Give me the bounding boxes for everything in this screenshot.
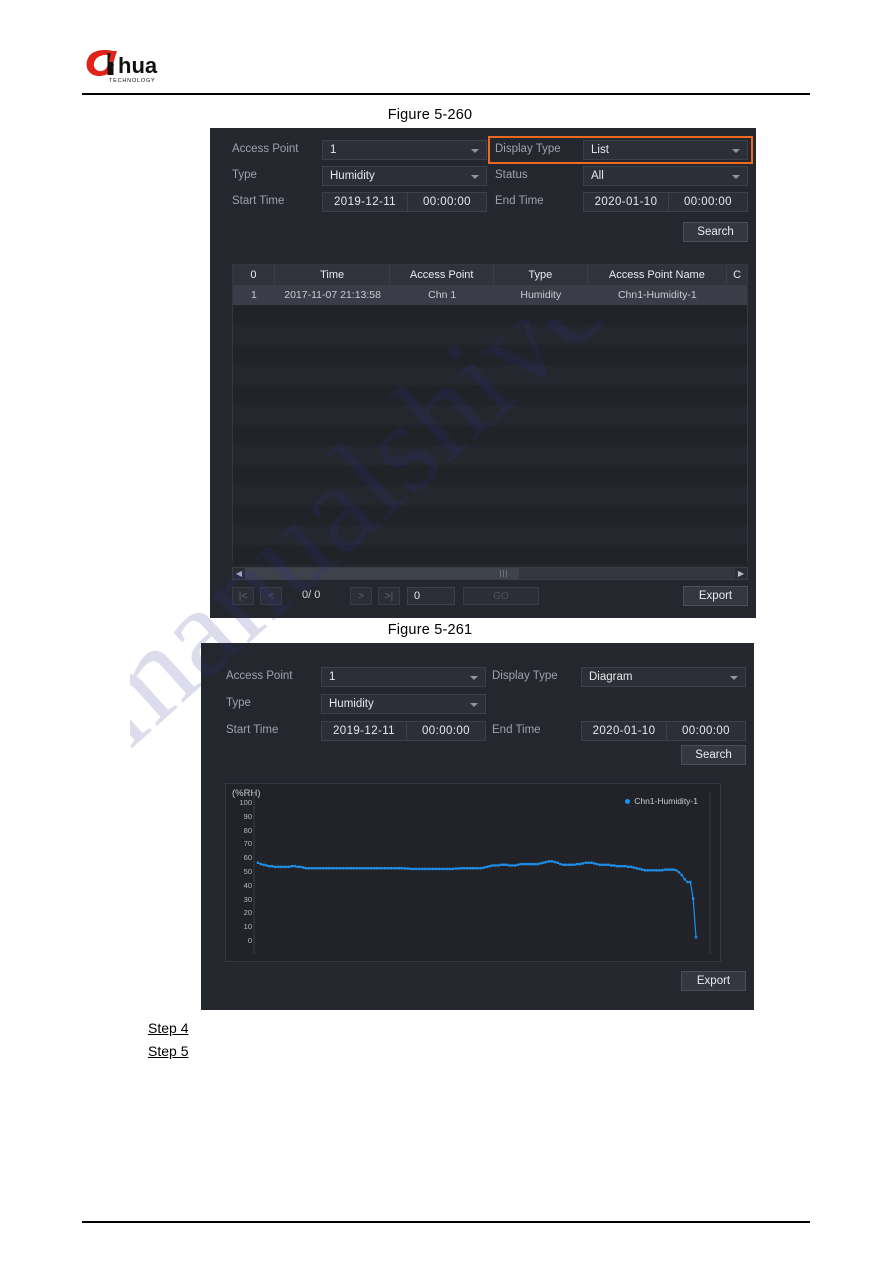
start-time-input[interactable]: 2019-12-11 00:00:00 [322, 192, 487, 212]
end-date-value-2: 2020-01-10 [592, 725, 656, 737]
display-type-label-2: Display Type [492, 670, 558, 682]
start-time-label: Start Time [232, 195, 285, 207]
figure-caption-5-261: Figure 5-261 [387, 622, 473, 638]
status-label: Status [495, 169, 528, 181]
chart-plot-svg [253, 792, 711, 954]
humidity-diagram-panel: Access Point 1 Display Type Diagram Type… [201, 643, 754, 1010]
type-value-2: Humidity [329, 698, 374, 710]
svg-text:hua: hua [118, 53, 158, 78]
humidity-chart: (%RH) 100 90 80 70 60 50 40 30 20 10 0 Chn1-Humidi… [225, 783, 721, 962]
end-time-label-2: End Time [492, 724, 541, 736]
table-row[interactable]: 1 2017-11-07 21:13:58 Chn 1 Humidity Chn… [233, 285, 747, 305]
step-4-label: Step 4 [148, 1020, 189, 1036]
access-point-value: 1 [330, 144, 337, 156]
search-button[interactable]: Search [683, 222, 748, 242]
next-page-button[interactable]: > [350, 587, 372, 605]
table-empty-row[interactable] [233, 465, 747, 485]
end-clock-value-2: 00:00:00 [682, 725, 730, 737]
status-select[interactable]: All [583, 166, 748, 186]
table-empty-row[interactable] [233, 325, 747, 345]
start-clock-value: 00:00:00 [423, 196, 471, 208]
start-date-value: 2019-12-11 [334, 196, 396, 208]
humidity-list-panel: Access Point 1 Display Type List Type Hu… [210, 128, 756, 618]
access-point-select[interactable]: 1 [322, 140, 487, 160]
table-header-access-point-name: Access Point Name [588, 265, 728, 285]
access-point-label-2: Access Point [226, 670, 293, 682]
table-empty-row[interactable] [233, 385, 747, 405]
first-page-button[interactable]: |< [232, 587, 254, 605]
export-button-2[interactable]: Export [681, 971, 746, 991]
prev-page-button[interactable]: < [260, 587, 282, 605]
table-header-access-point: Access Point [390, 265, 494, 285]
start-date-value-2: 2019-12-11 [333, 725, 395, 737]
step-5-label: Step 5 [148, 1043, 189, 1059]
page-header: hua TECHNOLOGY [0, 0, 893, 100]
footer-divider [82, 1221, 810, 1223]
table-header-time: Time [275, 265, 391, 285]
cell-time: 2017-11-07 21:13:58 [284, 289, 381, 301]
table-empty-row[interactable] [233, 485, 747, 505]
table-empty-row[interactable] [233, 425, 747, 445]
page-number-input[interactable]: 0 [407, 587, 455, 605]
scrollbar-thumb[interactable] [245, 568, 520, 579]
end-time-input-2[interactable]: 2020-01-10 00:00:00 [581, 721, 746, 741]
end-date-value: 2020-01-10 [594, 196, 658, 208]
end-clock-value: 00:00:00 [684, 196, 732, 208]
last-page-button[interactable]: >| [378, 587, 400, 605]
display-type-select-2[interactable]: Diagram [581, 667, 746, 687]
table-empty-row[interactable] [233, 525, 747, 545]
goto-page-button[interactable]: GO [463, 587, 539, 605]
scrollbar-grip-icon [499, 570, 507, 577]
export-button[interactable]: Export [683, 586, 748, 606]
cell-access-point-name: Chn1-Humidity-1 [617, 289, 697, 301]
table-empty-row[interactable] [233, 365, 747, 385]
access-point-value-2: 1 [329, 671, 336, 683]
display-type-highlight [488, 136, 753, 164]
table-empty-row[interactable] [233, 305, 747, 325]
dahua-logo: hua TECHNOLOGY [85, 50, 190, 84]
status-value: All [591, 170, 604, 182]
type-select-2[interactable]: Humidity [321, 694, 486, 714]
table-horizontal-scrollbar[interactable]: ◀ ▶ [232, 567, 748, 580]
table-header-index: 0 [233, 265, 275, 285]
dahua-logo-svg: hua TECHNOLOGY [86, 50, 158, 84]
end-time-label: End Time [495, 195, 544, 207]
access-point-select-2[interactable]: 1 [321, 667, 486, 687]
figure-caption-5-260: Figure 5-260 [387, 107, 473, 123]
svg-text:TECHNOLOGY: TECHNOLOGY [109, 78, 156, 84]
start-time-label-2: Start Time [226, 724, 279, 736]
type-label: Type [232, 169, 257, 181]
cell-index: 1 [251, 289, 257, 301]
scrollbar-track[interactable] [245, 568, 735, 579]
type-select[interactable]: Humidity [322, 166, 487, 186]
type-value: Humidity [330, 170, 375, 182]
table-header-row: 0 Time Access Point Type Access Point Na… [233, 265, 747, 285]
table-empty-row[interactable] [233, 345, 747, 365]
table-empty-rows [233, 305, 747, 585]
table-header-overflow: C [733, 269, 742, 281]
cell-access-point: Chn 1 [428, 289, 457, 301]
humidity-records-table: 0 Time Access Point Type Access Point Na… [232, 264, 748, 585]
page-indicator: 0/ 0 [302, 589, 321, 601]
access-point-label: Access Point [232, 143, 299, 155]
scroll-right-arrow[interactable]: ▶ [735, 568, 747, 579]
type-label-2: Type [226, 697, 251, 709]
scroll-left-arrow[interactable]: ◀ [233, 568, 245, 579]
display-type-value-2: Diagram [589, 671, 633, 683]
table-header-type: Type [494, 265, 588, 285]
table-empty-row[interactable] [233, 405, 747, 425]
search-button-2[interactable]: Search [681, 745, 746, 765]
table-empty-row[interactable] [233, 545, 747, 565]
start-time-input-2[interactable]: 2019-12-11 00:00:00 [321, 721, 486, 741]
end-time-input[interactable]: 2020-01-10 00:00:00 [583, 192, 748, 212]
start-clock-value-2: 00:00:00 [422, 725, 470, 737]
table-empty-row[interactable] [233, 505, 747, 525]
header-divider [82, 93, 810, 95]
cell-type: Humidity [520, 289, 562, 301]
table-empty-row[interactable] [233, 445, 747, 465]
